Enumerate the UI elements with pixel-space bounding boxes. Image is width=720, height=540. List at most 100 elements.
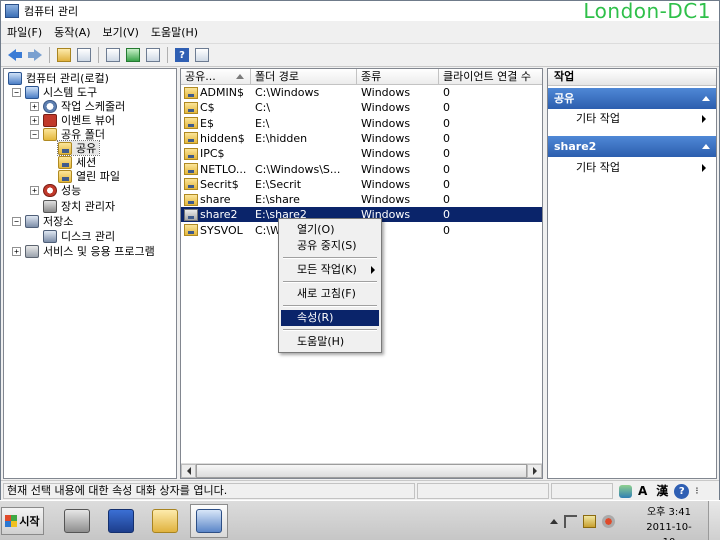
share-name-cell: SYSVOL	[181, 224, 251, 237]
ime-options-icon[interactable]: ⁝	[695, 486, 698, 497]
clients-cell: 0	[443, 208, 450, 222]
share-icon	[184, 147, 198, 160]
collapse-toggle[interactable]: −	[12, 216, 21, 226]
ime-hanja-mode[interactable]: 漢	[653, 484, 671, 499]
title-bar[interactable]: 컴퓨터 관리 London-DC1	[1, 0, 719, 23]
tree-item-device-manager[interactable]: 장치 관리자	[43, 199, 115, 213]
taskbar-powershell[interactable]	[102, 504, 140, 538]
tree-item-event-viewer[interactable]: + 이벤트 뷰어	[30, 113, 115, 127]
menu-action[interactable]: 동작(A)	[48, 24, 96, 40]
table-row[interactable]: NETLO... C:\Windows\S... Windows 0	[181, 162, 542, 177]
collapse-up-icon[interactable]	[702, 144, 710, 149]
expand-toggle[interactable]: +	[30, 101, 39, 111]
taskbar-server-manager[interactable]	[58, 504, 96, 538]
expand-toggle[interactable]: +	[30, 115, 39, 125]
expand-toggle[interactable]: +	[12, 246, 21, 256]
tree-item-shares[interactable]: 공유	[56, 140, 101, 156]
column-header-client-connections[interactable]: 클라이언트 연결 수	[439, 69, 542, 85]
table-row[interactable]: Secrit$ E:\Secrit Windows 0	[181, 177, 542, 192]
horizontal-scrollbar[interactable]	[181, 463, 542, 478]
tree-item-storage[interactable]: − 저장소	[12, 214, 73, 228]
list-header: 공유... 폴더 경로 종류 클라이언트 연결 수	[181, 69, 542, 85]
share-name-cell: E$	[181, 117, 251, 130]
table-row[interactable]: hidden$ E:\hidden Windows 0	[181, 131, 542, 146]
column-header-folder-path[interactable]: 폴더 경로	[251, 69, 357, 85]
collapse-toggle[interactable]: −	[12, 87, 21, 97]
menu-item-properties[interactable]: 속성(R)	[281, 310, 379, 326]
show-hide-tree-button[interactable]	[75, 46, 93, 64]
action-center-flag-icon[interactable]	[564, 514, 577, 528]
table-row[interactable]: ADMIN$ C:\Windows Windows 0	[181, 85, 542, 100]
menu-view[interactable]: 보기(V)	[97, 24, 145, 40]
start-button[interactable]: 시작	[1, 507, 44, 535]
tree-item-system-tools[interactable]: − 시스템 도구	[12, 85, 97, 99]
menu-item-open[interactable]: 열기(O)	[281, 222, 379, 238]
tree-item-sessions[interactable]: 세션	[58, 155, 96, 169]
console-tree-icon	[77, 48, 91, 62]
collapse-toggle[interactable]: −	[30, 129, 39, 139]
share-icon	[184, 178, 198, 191]
export-list-button[interactable]	[144, 46, 162, 64]
table-row[interactable]: E$ E:\ Windows 0	[181, 116, 542, 131]
menu-item-stop-sharing[interactable]: 공유 중지(S)	[281, 238, 379, 254]
menu-file[interactable]: 파일(F)	[1, 24, 48, 40]
ime-tool-icon[interactable]	[619, 485, 632, 498]
taskbar-explorer[interactable]	[146, 504, 184, 538]
share-icon	[184, 86, 198, 99]
disk-icon	[43, 229, 57, 243]
expand-toggle[interactable]: +	[30, 185, 39, 195]
scroll-left-button[interactable]	[181, 464, 196, 478]
ime-input-mode[interactable]: A	[635, 484, 650, 499]
submenu-arrow-icon	[702, 164, 706, 172]
properties-button[interactable]	[104, 46, 122, 64]
arrow-right-icon	[532, 467, 537, 475]
table-row[interactable]: IPC$ Windows 0	[181, 146, 542, 161]
forward-button[interactable]	[26, 46, 44, 64]
clock-date: 2011-10-10	[646, 522, 692, 540]
tree-item-task-scheduler[interactable]: + 작업 스케줄러	[30, 99, 125, 113]
menu-item-refresh[interactable]: 새로 고침(F)	[281, 286, 379, 302]
table-row[interactable]: C$ C:\ Windows 0	[181, 100, 542, 115]
tree-item-disk-management[interactable]: 디스크 관리	[43, 229, 115, 243]
type-cell: Windows	[361, 162, 411, 176]
column-header-type[interactable]: 종류	[357, 69, 439, 85]
back-button[interactable]	[6, 46, 24, 64]
refresh-button[interactable]	[124, 46, 142, 64]
system-clock[interactable]: 오후 3:41 2011-10-10	[640, 505, 698, 540]
tree-item-computer-management[interactable]: 컴퓨터 관리(로컬)	[8, 71, 109, 85]
help-button[interactable]: ?	[173, 46, 191, 64]
scrollbar-thumb[interactable]	[196, 464, 527, 478]
menu-item-all-tasks[interactable]: 모든 작업(K)	[281, 262, 379, 278]
taskbar: 시작 오후 3:41 2011-10-10	[0, 500, 720, 540]
show-hidden-icons-icon[interactable]	[550, 518, 558, 524]
scroll-right-button[interactable]	[527, 464, 542, 478]
toolbar: ?	[1, 43, 719, 67]
show-desktop-button[interactable]	[708, 501, 720, 540]
console-tree: 컴퓨터 관리(로컬) − 시스템 도구 + 작업 스케줄러 + 이벤트 뷰어 −…	[3, 68, 177, 479]
tree-item-label: 성능	[61, 184, 82, 197]
up-folder-button[interactable]	[55, 46, 73, 64]
show-hide-action-pane-button[interactable]	[193, 46, 211, 64]
tree-item-open-files[interactable]: 열린 파일	[58, 169, 120, 183]
network-icon[interactable]	[583, 514, 596, 528]
collapse-up-icon[interactable]	[702, 96, 710, 101]
action-more-actions-shares[interactable]: 기타 작업	[576, 111, 710, 127]
menu-help[interactable]: 도움말(H)	[145, 24, 204, 40]
action-section-share2[interactable]: share2	[548, 136, 716, 157]
up-folder-icon	[57, 48, 71, 62]
volume-muted-icon[interactable]	[602, 514, 615, 528]
column-header-share-name[interactable]: 공유...	[181, 69, 251, 85]
tree-item-performance[interactable]: + 성능	[30, 183, 81, 197]
tree-item-services-applications[interactable]: + 서비스 및 응용 프로그램	[12, 244, 155, 258]
menu-separator	[283, 329, 377, 331]
column-label: 폴더 경로	[255, 70, 299, 83]
tree-item-shared-folders[interactable]: − 공유 폴더	[30, 127, 105, 141]
action-section-shares[interactable]: 공유	[548, 88, 716, 109]
table-row[interactable]: share E:\share Windows 0	[181, 192, 542, 207]
menu-separator	[283, 281, 377, 283]
ime-help-icon[interactable]: ?	[674, 484, 690, 499]
menu-item-help[interactable]: 도움말(H)	[281, 334, 379, 350]
action-more-actions-share2[interactable]: 기타 작업	[576, 160, 710, 176]
share-icon	[58, 141, 72, 155]
taskbar-computer-management[interactable]	[190, 504, 228, 538]
